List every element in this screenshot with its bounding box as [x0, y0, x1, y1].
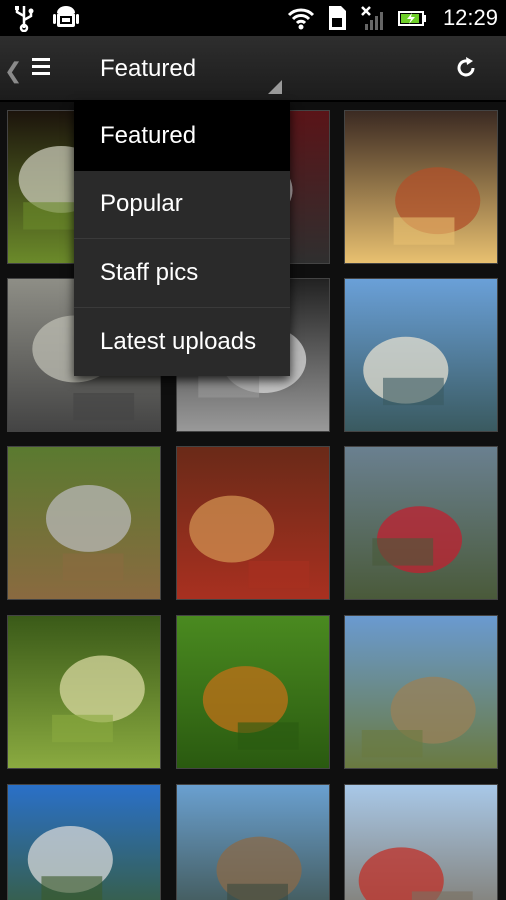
dropdown-item-popular[interactable]: Popular [74, 171, 290, 239]
category-spinner[interactable]: Featured [100, 55, 196, 83]
category-dropdown: Featured Popular Staff pics Latest uploa… [74, 102, 290, 376]
battery-charging-icon [397, 11, 426, 26]
clock: 12:29 [442, 5, 498, 30]
menu-icon[interactable] [32, 58, 50, 75]
photo-thumbnail[interactable] [344, 784, 498, 900]
photo-thumbnail[interactable] [176, 784, 330, 900]
photo-thumbnail[interactable] [7, 615, 161, 769]
android-debug-icon [53, 6, 79, 27]
refresh-icon[interactable] [454, 56, 478, 80]
photo-thumbnail[interactable] [7, 784, 161, 900]
spinner-triangle-icon [268, 80, 282, 94]
dropdown-item-featured[interactable]: Featured [74, 102, 290, 171]
photo-thumbnail[interactable] [176, 446, 330, 600]
photo-thumbnail[interactable] [176, 615, 330, 769]
sd-card-icon [328, 6, 346, 30]
status-bar: 12:29 [0, 0, 506, 36]
action-bar: ❮ Featured [0, 36, 506, 102]
dropdown-item-latest-uploads[interactable]: Latest uploads [74, 308, 290, 377]
back-chevron-icon[interactable]: ❮ [4, 58, 22, 84]
photo-thumbnail[interactable] [7, 446, 161, 600]
usb-icon [15, 6, 34, 32]
dropdown-item-staff-pics[interactable]: Staff pics [74, 239, 290, 308]
photo-thumbnail[interactable] [344, 615, 498, 769]
wifi-icon [287, 8, 314, 30]
signal-icon [361, 6, 383, 30]
photo-thumbnail[interactable] [344, 110, 498, 264]
photo-thumbnail[interactable] [344, 278, 498, 432]
photo-thumbnail[interactable] [344, 446, 498, 600]
